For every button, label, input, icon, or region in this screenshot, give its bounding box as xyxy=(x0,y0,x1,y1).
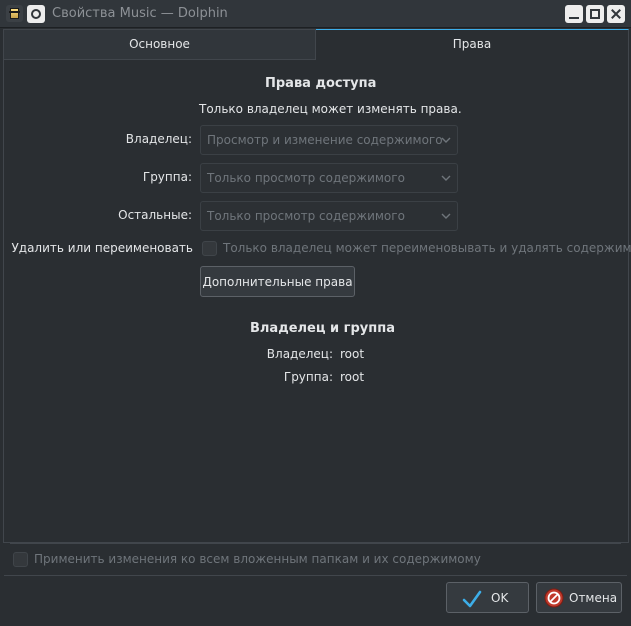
delete-rename-label: Удалить или переименовать xyxy=(11,241,193,255)
apply-recursive-label: Применить изменения ко всем вложенным па… xyxy=(34,552,481,566)
permissions-heading: Права доступа xyxy=(265,76,377,91)
chevron-down-icon xyxy=(441,175,451,181)
cancel-button[interactable]: Отмена xyxy=(536,582,622,613)
others-permission-select[interactable]: Только просмотр содержимого xyxy=(200,201,458,231)
apply-recursive-checkbox[interactable] xyxy=(13,552,28,567)
title-bar: Свойства Music — Dolphin xyxy=(0,0,631,28)
owner-value: root xyxy=(340,347,365,361)
others-permission-value: Только просмотр содержимого xyxy=(207,209,405,223)
separator xyxy=(10,543,621,544)
group-perm-label: Группа: xyxy=(142,170,192,184)
advanced-permissions-button[interactable]: Дополнительные права xyxy=(200,266,355,297)
permissions-note: Только владелец может изменять права. xyxy=(199,102,462,116)
window-title: Свойства Music — Dolphin xyxy=(52,6,228,21)
cancel-label: Отмена xyxy=(569,591,618,605)
group-permission-value: Только просмотр содержимого xyxy=(207,171,405,185)
maximize-icon[interactable] xyxy=(586,5,604,23)
tab-general[interactable]: Основное xyxy=(3,29,316,60)
chevron-down-icon xyxy=(441,213,451,219)
chevron-down-icon xyxy=(441,137,451,143)
delete-rename-checkbox[interactable] xyxy=(202,241,217,256)
pin-icon[interactable] xyxy=(27,5,45,23)
group-value: root xyxy=(340,370,365,384)
ok-button[interactable]: OK xyxy=(446,582,529,613)
group-label: Группа: xyxy=(283,370,333,384)
advanced-permissions-label: Дополнительные права xyxy=(202,275,353,289)
minimize-icon[interactable] xyxy=(565,5,583,23)
cancel-icon xyxy=(544,588,564,608)
folder-icon[interactable] xyxy=(6,5,23,22)
footer-separator xyxy=(4,575,627,576)
owner-permission-select[interactable]: Просмотр и изменение содержимого xyxy=(200,125,458,155)
close-icon[interactable] xyxy=(607,5,625,23)
group-permission-select[interactable]: Только просмотр содержимого xyxy=(200,163,458,193)
checkmark-icon xyxy=(462,590,482,608)
delete-rename-checkbox-label: Только владелец может переименовывать и … xyxy=(223,241,631,255)
others-perm-label: Остальные: xyxy=(118,208,192,222)
ok-label: OK xyxy=(491,591,509,605)
owner-label: Владелец: xyxy=(266,347,333,361)
owner-permission-value: Просмотр и изменение содержимого xyxy=(207,133,443,147)
tab-rights[interactable]: Права xyxy=(316,29,629,60)
owner-perm-label: Владелец: xyxy=(125,132,192,146)
ownership-heading: Владелец и группа xyxy=(250,321,395,336)
